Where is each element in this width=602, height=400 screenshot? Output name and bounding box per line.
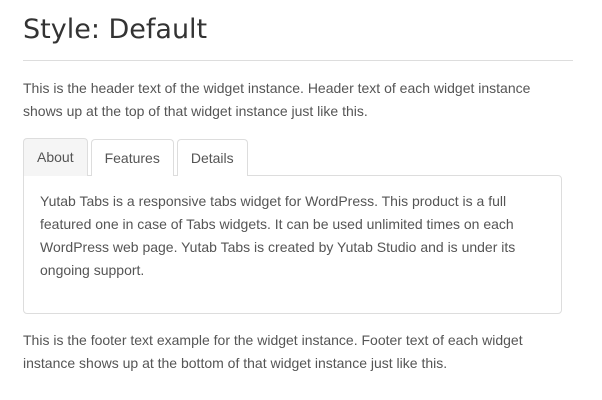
tab-about[interactable]: About bbox=[23, 138, 88, 176]
tab-features[interactable]: Features bbox=[90, 139, 174, 176]
widget-header-text: This is the header text of the widget in… bbox=[23, 80, 531, 119]
widget-footer-text: This is the footer text example for the … bbox=[23, 332, 523, 371]
tab-panel-text: Yutab Tabs is a responsive tabs widget f… bbox=[40, 193, 516, 278]
tab-details[interactable]: Details bbox=[176, 139, 248, 176]
page-title: Style: Default bbox=[23, 14, 208, 45]
tab-bar: About Features Details bbox=[23, 138, 251, 176]
title-divider bbox=[23, 60, 573, 61]
tab-panel-about: Yutab Tabs is a responsive tabs widget f… bbox=[23, 175, 562, 314]
